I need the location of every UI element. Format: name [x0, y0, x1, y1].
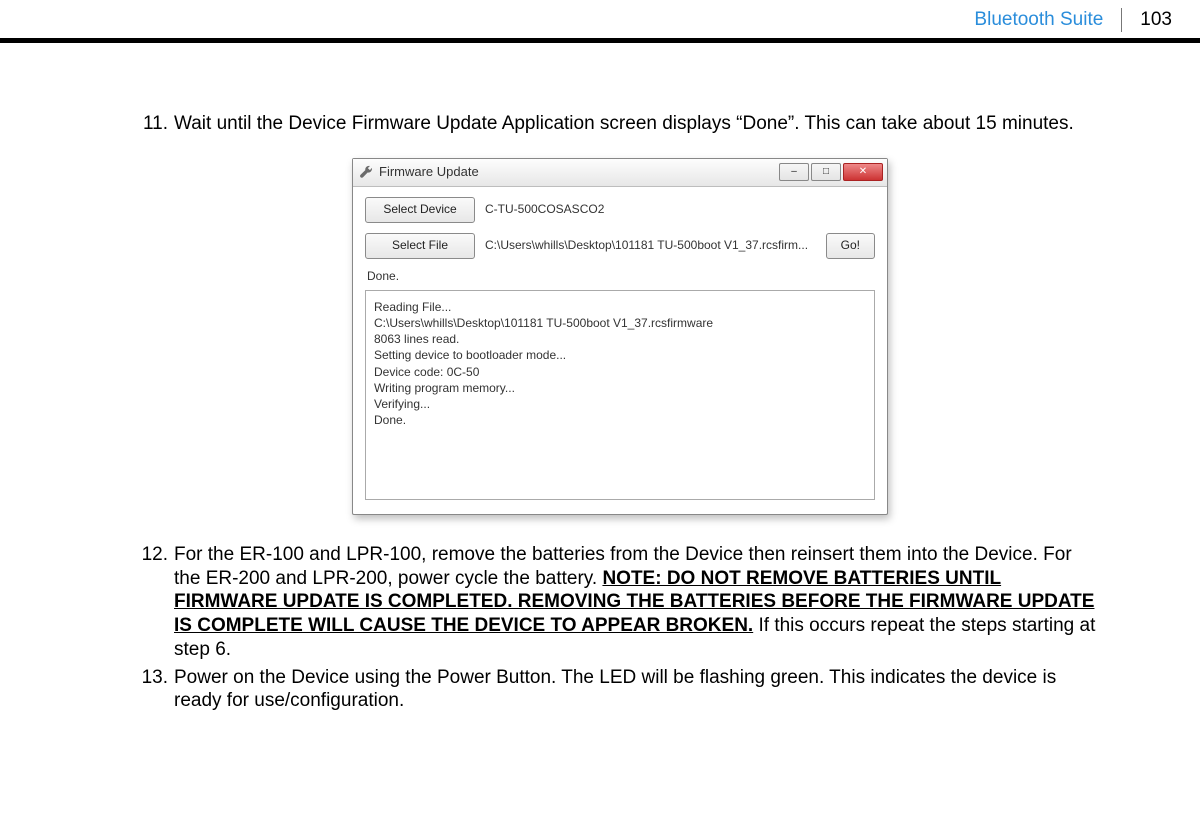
log-line: Setting device to bootloader mode...	[374, 347, 866, 363]
body-content: 11. Wait until the Device Firmware Updat…	[140, 112, 1100, 717]
step-13: 13. Power on the Device using the Power …	[140, 666, 1100, 714]
log-line: Verifying...	[374, 396, 866, 412]
step-11: 11. Wait until the Device Firmware Updat…	[140, 112, 1100, 136]
log-line: Done.	[374, 412, 866, 428]
firmware-update-screenshot: Firmware Update – □ ✕ Select Device C-TU…	[352, 158, 888, 515]
step-number: 12.	[140, 543, 168, 662]
log-line: Reading File...	[374, 299, 866, 315]
log-line: 8063 lines read.	[374, 331, 866, 347]
header-divider	[1121, 8, 1122, 32]
step-12: 12. For the ER-100 and LPR-100, remove t…	[140, 543, 1100, 662]
minimize-button[interactable]: –	[779, 163, 809, 181]
step-number: 13.	[140, 666, 168, 714]
maximize-button[interactable]: □	[811, 163, 841, 181]
header-rule	[0, 38, 1200, 43]
log-line: Device code: 0C-50	[374, 364, 866, 380]
step-text: For the ER-100 and LPR-100, remove the b…	[174, 543, 1100, 662]
log-line: Writing program memory...	[374, 380, 866, 396]
step-number: 11.	[140, 112, 168, 136]
log-output: Reading File... C:\Users\whills\Desktop\…	[365, 290, 875, 500]
page-number: 103	[1140, 9, 1172, 31]
window-titlebar[interactable]: Firmware Update – □ ✕	[353, 159, 887, 187]
window-body: Select Device C-TU-500COSASCO2 Select Fi…	[353, 187, 887, 514]
section-title: Bluetooth Suite	[974, 9, 1103, 31]
close-button[interactable]: ✕	[843, 163, 883, 181]
select-device-button[interactable]: Select Device	[365, 197, 475, 223]
select-file-button[interactable]: Select File	[365, 233, 475, 259]
file-value: C:\Users\whills\Desktop\101181 TU-500boo…	[485, 238, 816, 253]
wrench-icon	[359, 165, 373, 179]
firmware-update-window: Firmware Update – □ ✕ Select Device C-TU…	[352, 158, 888, 515]
log-line: C:\Users\whills\Desktop\101181 TU-500boo…	[374, 315, 866, 331]
go-button[interactable]: Go!	[826, 233, 875, 259]
device-value: C-TU-500COSASCO2	[485, 202, 875, 217]
window-title: Firmware Update	[379, 164, 779, 180]
status-text: Done.	[367, 269, 873, 284]
step-text: Wait until the Device Firmware Update Ap…	[174, 112, 1100, 136]
step-text: Power on the Device using the Power Butt…	[174, 666, 1100, 714]
